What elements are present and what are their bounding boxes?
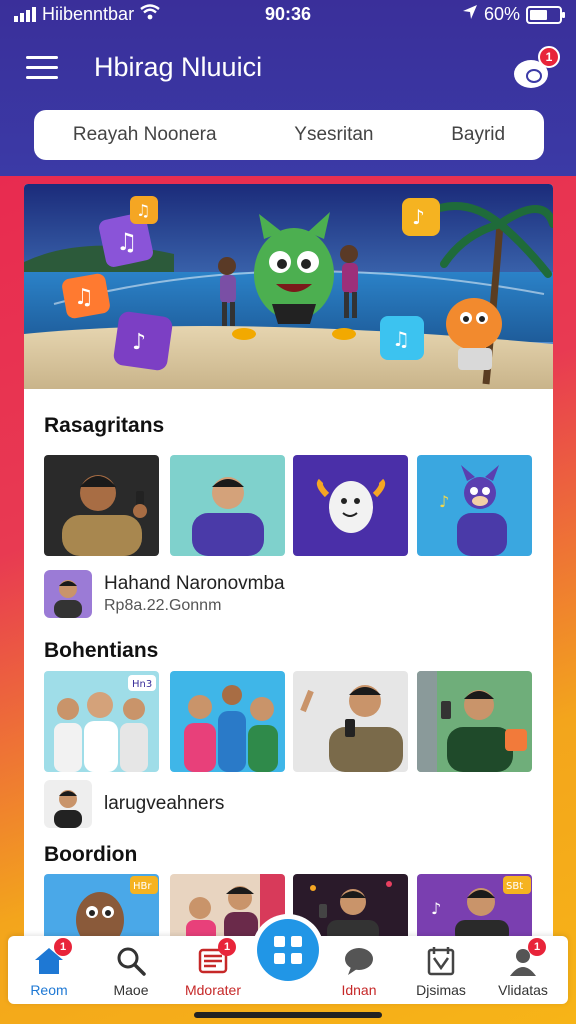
tab-inbox[interactable]: 1 Mdorater xyxy=(176,938,250,1002)
hero-banner-image[interactable]: ♫ ♫ ♫ ♪ ♪ ♫ xyxy=(24,184,553,389)
featured-person-2[interactable]: larugveahners xyxy=(44,780,224,828)
svg-text:♫: ♫ xyxy=(136,201,150,220)
segment-1[interactable]: Reayah Noonera xyxy=(73,124,217,146)
status-bar: Hiibenntbar 90:36 60% xyxy=(0,0,576,30)
notification-badge: 1 xyxy=(218,938,236,956)
thumbnail-3-1[interactable]: HBr xyxy=(44,874,159,944)
thumb-badge: SBt xyxy=(506,881,523,892)
thumbnail-2-1[interactable]: Hn3 xyxy=(44,671,159,772)
tab-profile[interactable]: 1 Vlidatas xyxy=(486,938,560,1002)
content-card: ♫ ♫ ♫ ♪ ♪ ♫ Rasagritans ♪ Hahand Naronov… xyxy=(24,184,553,944)
notification-badge: 1 xyxy=(538,46,560,68)
location-arrow-icon xyxy=(462,4,478,25)
battery-percent: 60% xyxy=(483,4,520,24)
section-title-2: Bohentians xyxy=(44,639,159,662)
thumb-badge: Hn3 xyxy=(132,679,152,690)
battery-icon xyxy=(526,5,565,24)
calendar-icon xyxy=(424,944,458,978)
featured-person-1[interactable]: Hahand Naronovmba Rp8a.22.Gonnm xyxy=(44,570,285,618)
profile-icon: 1 xyxy=(506,938,546,978)
svg-text:♪: ♪ xyxy=(439,492,449,511)
messages-button[interactable]: 1 xyxy=(514,46,560,88)
person-name: Hahand Naronovmba xyxy=(104,573,285,594)
tab-chat[interactable]: Idnan xyxy=(322,942,396,1002)
person-name: larugveahners xyxy=(104,793,225,814)
segment-3[interactable]: Bayrid xyxy=(451,124,505,146)
thumbnail-1-4[interactable]: ♪ xyxy=(417,455,532,556)
section-title-3: Boordion xyxy=(44,843,138,866)
tab-calendar[interactable]: Djsimas xyxy=(404,942,478,1002)
svg-text:♪: ♪ xyxy=(431,899,441,918)
section-title-1: Rasagritans xyxy=(44,414,165,437)
thumbnail-3-4[interactable]: ♪ SBt xyxy=(417,874,532,944)
svg-text:♪: ♪ xyxy=(132,330,146,355)
thumbnail-1-2[interactable] xyxy=(170,455,285,556)
search-icon xyxy=(114,944,148,978)
grid-icon xyxy=(257,919,319,981)
thumbnail-2-2[interactable] xyxy=(170,671,285,772)
menu-button[interactable] xyxy=(26,56,58,80)
thumbnail-1-3[interactable] xyxy=(293,455,408,556)
tab-label: Mdorater xyxy=(184,982,242,998)
notification-badge: 1 xyxy=(528,938,546,956)
avatar xyxy=(44,570,92,618)
segmented-control: Reayah Noonera Ysesritan Bayrid xyxy=(34,110,544,160)
thumb-badge: HBr xyxy=(133,881,152,892)
tab-label: Maoe xyxy=(113,982,149,998)
avatar xyxy=(44,780,92,828)
battery-fill xyxy=(530,9,547,20)
tab-search[interactable]: Maoe xyxy=(94,942,168,1002)
home-icon: 1 xyxy=(32,938,72,978)
notification-badge: 1 xyxy=(54,938,72,956)
svg-text:♫: ♫ xyxy=(116,228,138,256)
svg-text:♫: ♫ xyxy=(392,327,410,351)
home-indicator xyxy=(194,1012,382,1018)
tab-home[interactable]: 1 Reom xyxy=(12,938,86,1002)
thumbnail-2-3[interactable] xyxy=(293,671,408,772)
center-action-button[interactable] xyxy=(252,914,324,986)
segment-2[interactable]: Ysesritan xyxy=(294,124,373,146)
tab-label: Vlidatas xyxy=(498,982,548,998)
svg-text:♪: ♪ xyxy=(412,205,425,229)
app-title: Hbirag Nluuici xyxy=(94,52,263,82)
thumbnail-2-4[interactable] xyxy=(417,671,532,772)
chat-icon xyxy=(342,944,376,978)
person-subtitle: Rp8a.22.Gonnm xyxy=(104,597,222,614)
thumbnail-1-1[interactable] xyxy=(44,455,159,556)
tab-label: Reom xyxy=(30,982,68,998)
tab-label: Idnan xyxy=(341,982,377,998)
svg-text:♫: ♫ xyxy=(74,285,94,310)
tab-label: Djsimas xyxy=(416,982,466,998)
inbox-icon: 1 xyxy=(196,938,236,978)
app-header: Hiibenntbar 90:36 60% Hbirag Nluuici 1 R… xyxy=(0,0,576,176)
